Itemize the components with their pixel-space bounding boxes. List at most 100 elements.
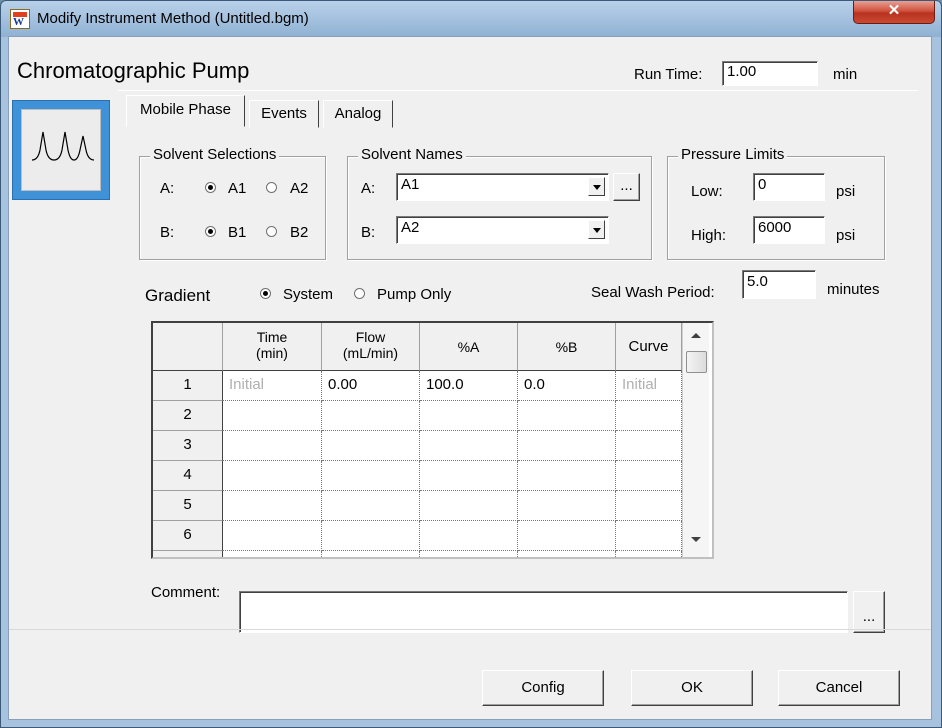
table-cell[interactable] <box>420 551 518 557</box>
run-time-input[interactable]: 1.00 <box>722 61 818 86</box>
pressure-high-label: High: <box>691 227 727 244</box>
row-header[interactable]: 5 <box>153 491 223 521</box>
radio-a2-label: A2 <box>290 180 309 197</box>
window-title: Modify Instrument Method (Untitled.bgm) <box>37 10 309 27</box>
table-cell[interactable] <box>518 521 616 551</box>
pressure-low-label: Low: <box>691 183 723 200</box>
radio-gradient-pump-only[interactable] <box>354 288 365 299</box>
table-cell[interactable] <box>223 431 322 461</box>
table-cell[interactable]: 0.00 <box>322 371 420 401</box>
radio-b1-label: B1 <box>228 224 247 241</box>
solvent-name-a-value: A1 <box>401 176 420 193</box>
table-cell[interactable] <box>322 401 420 431</box>
table-cell[interactable] <box>322 431 420 461</box>
row-header[interactable] <box>153 551 223 557</box>
scroll-up-icon[interactable] <box>691 333 701 338</box>
table-cell[interactable]: Initial <box>223 371 322 401</box>
tab-mobile-phase[interactable]: Mobile Phase <box>126 95 245 127</box>
solvent-b-label: B: <box>160 224 175 241</box>
table-cell[interactable]: 0.0 <box>518 371 616 401</box>
table-cell[interactable] <box>616 461 682 491</box>
title-bar[interactable]: W Modify Instrument Method (Untitled.bgm… <box>1 1 941 37</box>
column-header-flow[interactable]: Flow (mL/min) <box>322 323 420 371</box>
row-header[interactable]: 4 <box>153 461 223 491</box>
row-header[interactable]: 6 <box>153 521 223 551</box>
table-cell[interactable] <box>322 521 420 551</box>
table-cell[interactable] <box>616 551 682 557</box>
table-cell[interactable] <box>518 401 616 431</box>
scroll-down-icon[interactable] <box>691 537 701 542</box>
radio-a1[interactable] <box>205 182 216 193</box>
table-cell[interactable] <box>518 431 616 461</box>
gradient-label: Gradient <box>145 286 211 305</box>
column-header-percent-a[interactable]: %A <box>420 323 518 371</box>
pressure-low-unit: psi <box>836 183 856 200</box>
table-cell[interactable] <box>223 401 322 431</box>
table-cell[interactable] <box>223 551 322 557</box>
table-cell[interactable]: 100.0 <box>420 371 518 401</box>
solvent-a-label: A: <box>160 180 175 197</box>
table-cell[interactable] <box>223 521 322 551</box>
pressure-low-input[interactable]: 0 <box>753 173 825 201</box>
comment-input[interactable] <box>239 591 848 633</box>
comment-browse-button[interactable]: ... <box>853 591 885 633</box>
divider <box>9 629 931 630</box>
solvent-name-a-label: A: <box>361 180 376 197</box>
table-corner <box>153 323 223 371</box>
table-cell[interactable] <box>322 551 420 557</box>
chevron-down-icon[interactable] <box>588 177 605 196</box>
table-cell[interactable] <box>518 461 616 491</box>
solvent-names-title: Solvent Names <box>358 146 466 163</box>
column-header-curve[interactable]: Curve <box>616 323 682 371</box>
solvent-name-b-label: B: <box>361 224 376 241</box>
ok-button[interactable]: OK <box>631 670 753 706</box>
table-cell[interactable] <box>223 491 322 521</box>
table-cell[interactable] <box>616 491 682 521</box>
scrollbar-thumb[interactable] <box>686 351 707 373</box>
table-cell[interactable] <box>616 401 682 431</box>
table-cell[interactable] <box>420 521 518 551</box>
radio-gradient-pump-only-label: Pump Only <box>377 286 452 303</box>
table-cell[interactable] <box>322 461 420 491</box>
table-cell[interactable] <box>420 461 518 491</box>
column-header-percent-b[interactable]: %B <box>518 323 616 371</box>
run-time-unit: min <box>833 66 858 83</box>
config-button[interactable]: Config <box>482 670 604 706</box>
table-cell[interactable]: Initial <box>616 371 682 401</box>
table-cell[interactable] <box>518 491 616 521</box>
table-cell[interactable] <box>322 491 420 521</box>
chevron-down-icon[interactable] <box>588 220 605 239</box>
tab-analog[interactable]: Analog <box>323 100 393 128</box>
solvent-selections-title: Solvent Selections <box>150 146 280 163</box>
pressure-limits-group <box>667 156 885 260</box>
pressure-high-input[interactable]: 6000 <box>753 216 825 244</box>
row-header[interactable]: 2 <box>153 401 223 431</box>
table-cell[interactable] <box>518 551 616 557</box>
tab-events[interactable]: Events <box>249 100 319 128</box>
solvent-browse-button[interactable]: ... <box>613 173 640 201</box>
radio-b2[interactable] <box>266 226 277 237</box>
pressure-limits-title: Pressure Limits <box>678 146 788 163</box>
table-cell[interactable] <box>420 401 518 431</box>
solvent-name-b-select[interactable]: A2 <box>396 216 609 244</box>
run-time-label: Run Time: <box>634 66 703 83</box>
table-cell[interactable] <box>223 461 322 491</box>
table-vertical-scrollbar[interactable] <box>682 323 709 557</box>
table-cell[interactable] <box>420 431 518 461</box>
table-cell[interactable] <box>420 491 518 521</box>
pressure-high-unit: psi <box>836 227 856 244</box>
row-header[interactable]: 1 <box>153 371 223 401</box>
table-cell[interactable] <box>616 431 682 461</box>
radio-a2[interactable] <box>266 182 277 193</box>
radio-gradient-system[interactable] <box>260 288 271 299</box>
table-cell[interactable] <box>616 521 682 551</box>
radio-b1[interactable] <box>205 226 216 237</box>
close-button[interactable]: ✕ <box>853 1 935 24</box>
cancel-button[interactable]: Cancel <box>778 670 900 706</box>
solvent-name-b-value: A2 <box>401 219 420 236</box>
solvent-name-a-select[interactable]: A1 <box>396 173 609 201</box>
gradient-table[interactable]: Time (min) Flow (mL/min) %A %B Curve 1 2 3… <box>151 321 714 559</box>
column-header-time[interactable]: Time (min) <box>223 323 322 371</box>
row-header[interactable]: 3 <box>153 431 223 461</box>
seal-wash-input[interactable]: 5.0 <box>742 270 816 299</box>
